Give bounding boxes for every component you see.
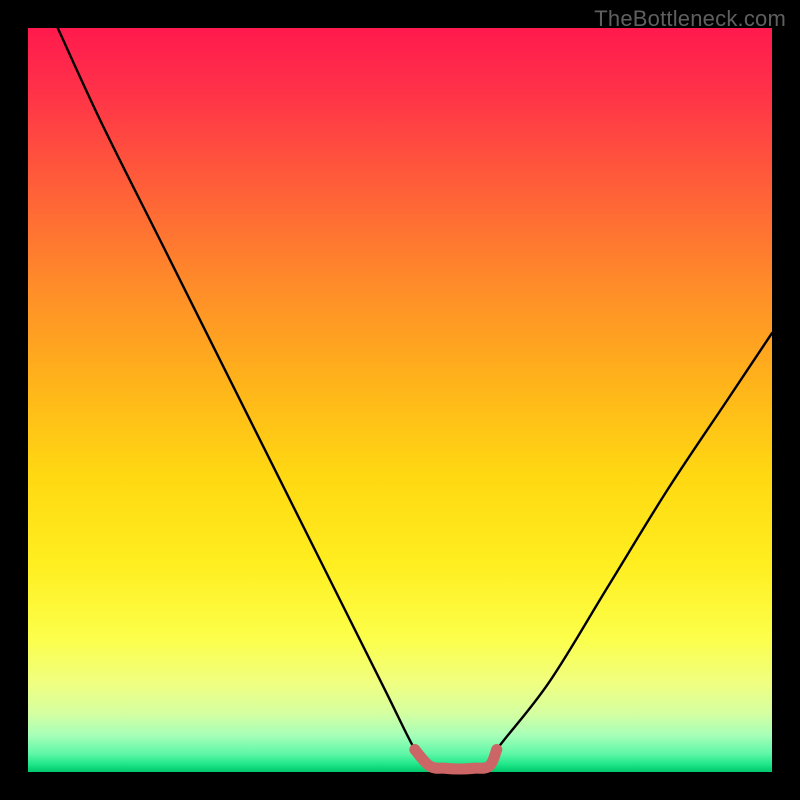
watermark-text: TheBottleneck.com <box>594 6 786 32</box>
optimal-band-endcap-right <box>491 744 502 755</box>
optimal-band <box>415 750 497 769</box>
optimal-band-endcap-left <box>409 744 420 755</box>
chart-frame: TheBottleneck.com <box>0 0 800 800</box>
plot-area <box>28 28 772 772</box>
chart-svg <box>28 28 772 772</box>
bottleneck-curve <box>58 28 772 771</box>
